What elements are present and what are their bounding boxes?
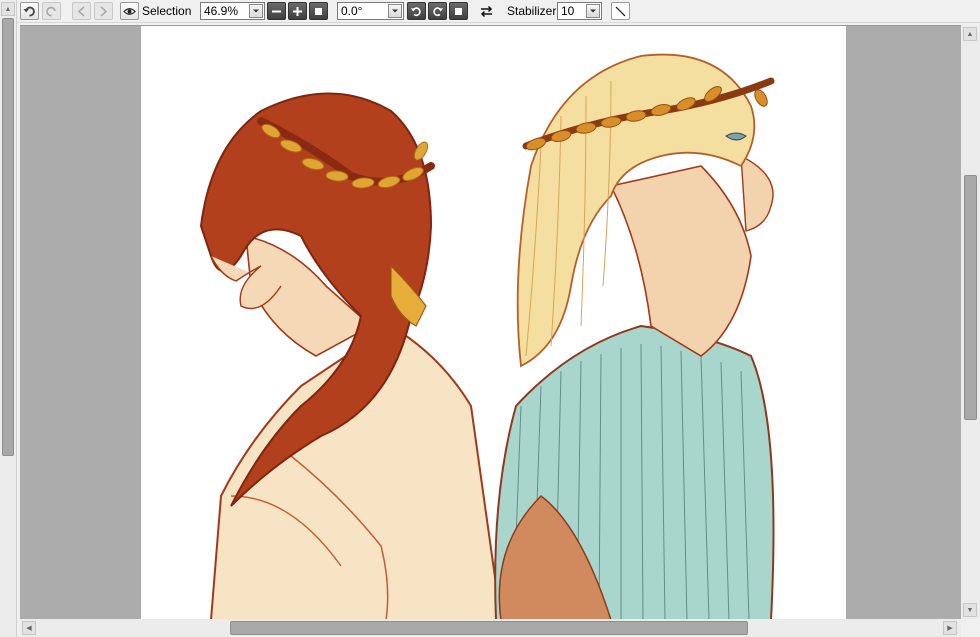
diagonal-line-icon (615, 6, 626, 16)
artwork-illustration (199, 53, 775, 620)
rotation-field[interactable]: 0.0° (337, 2, 404, 20)
undo-icon (23, 6, 35, 16)
rotation-dropdown-button[interactable] (388, 4, 402, 18)
eye-icon (123, 7, 136, 15)
horizontal-scrollbar[interactable]: ◀ ▶ (20, 619, 961, 637)
square-icon (455, 7, 462, 15)
rotate-right-button[interactable] (428, 2, 447, 20)
right-disabled-button[interactable] (94, 2, 113, 20)
line-tool-button[interactable] (611, 2, 630, 20)
top-toolbar: Selection 46.9% 0.0° Stabilizer 10 (0, 0, 980, 23)
redo-button[interactable] (42, 2, 61, 20)
zoom-field[interactable]: 46.9% (200, 2, 265, 20)
horizontal-scroll-thumb[interactable] (230, 621, 748, 635)
square-icon (315, 7, 322, 15)
flip-horizontal-button[interactable] (477, 2, 496, 20)
scroll-left-arrow-icon[interactable]: ◀ (22, 621, 36, 635)
plus-icon (293, 6, 302, 16)
scroll-up-arrow-icon[interactable]: ▲ (963, 27, 977, 41)
zoom-value: 46.9% (204, 4, 239, 18)
rotate-reset-button[interactable] (449, 2, 468, 20)
stabilizer-dropdown-button[interactable] (586, 4, 600, 18)
left-scroll-thumb[interactable] (2, 18, 14, 456)
chevron-down-icon (590, 9, 596, 13)
right-figure (494, 53, 775, 620)
left-figure (199, 92, 503, 620)
artwork-page (141, 26, 846, 620)
scroll-down-arrow-icon[interactable]: ▼ (963, 603, 977, 617)
flip-arrows-icon (480, 5, 493, 17)
undo-button[interactable] (20, 2, 39, 20)
right-scroll-thumb[interactable] (964, 175, 977, 420)
left-disabled-button[interactable] (72, 2, 91, 20)
view-toggle-button[interactable] (120, 2, 139, 20)
left-vertical-scrollbar[interactable]: ▲ (0, 0, 17, 637)
redo-icon (46, 6, 56, 16)
minus-icon (272, 10, 281, 12)
rotation-value: 0.0° (341, 4, 363, 18)
selection-label: Selection (142, 4, 192, 18)
arrow-right-icon (100, 5, 108, 17)
rotate-ccw-icon (411, 6, 421, 16)
zoom-out-button[interactable] (267, 2, 286, 20)
stabilizer-field[interactable]: 10 (557, 2, 602, 20)
scroll-right-arrow-icon[interactable]: ▶ (943, 621, 957, 635)
stabilizer-value: 10 (561, 4, 575, 18)
zoom-reset-button[interactable] (309, 2, 328, 20)
chevron-down-icon (253, 9, 259, 13)
right-vertical-scrollbar[interactable]: ▲ ▼ (961, 25, 980, 619)
rotate-cw-icon (433, 6, 443, 16)
chevron-down-icon (392, 9, 398, 13)
zoom-in-button[interactable] (288, 2, 307, 20)
arrow-left-icon (77, 5, 85, 17)
canvas-viewport[interactable] (20, 25, 961, 620)
rotate-left-button[interactable] (407, 2, 426, 20)
zoom-dropdown-button[interactable] (249, 4, 263, 18)
scroll-up-arrow-icon[interactable]: ▲ (1, 2, 15, 16)
stabilizer-label: Stabilizer (507, 4, 557, 18)
